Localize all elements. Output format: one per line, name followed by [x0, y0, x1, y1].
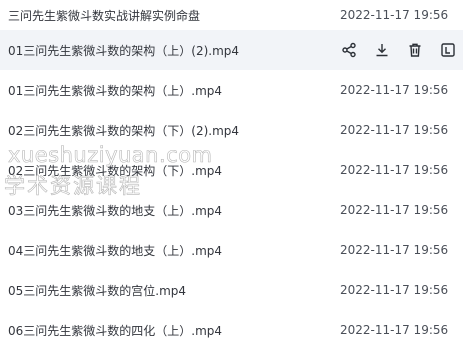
file-name[interactable]: 02三问先生紫微斗数的架构（下）(2).mp4	[8, 122, 239, 139]
rename-icon[interactable]	[437, 39, 459, 61]
trash-icon[interactable]	[404, 39, 426, 61]
file-date: 2022-11-17 19:56	[340, 163, 449, 177]
file-row[interactable]: 06三问先生紫微斗数的四化（上）.mp4 2022-11-17 19:56	[0, 310, 463, 350]
file-date: 2022-11-17 19:56	[340, 283, 449, 297]
file-name[interactable]: 01三问先生紫微斗数的架构（上）(2).mp4	[8, 42, 239, 59]
file-date: 2022-11-17 19:56	[340, 203, 449, 217]
file-name[interactable]: 02三问先生紫微斗数的架构（下）.mp4	[8, 162, 222, 179]
file-name[interactable]: 04三问先生紫微斗数的地支（上）.mp4	[8, 242, 222, 259]
file-date: 2022-11-17 19:56	[340, 83, 449, 97]
file-row[interactable]: 02三问先生紫微斗数的架构（下）.mp4 2022-11-17 19:56	[0, 150, 463, 190]
file-row[interactable]: 03三问先生紫微斗数的地支（上）.mp4 2022-11-17 19:56	[0, 190, 463, 230]
file-name[interactable]: 05三问先生紫微斗数的宫位.mp4	[8, 282, 186, 299]
file-date: 2022-11-17 19:56	[340, 243, 449, 257]
file-date: 2022-11-17 19:56	[340, 123, 449, 137]
file-row[interactable]: 05三问先生紫微斗数的宫位.mp4 2022-11-17 19:56	[0, 270, 463, 310]
file-name[interactable]: 三问先生紫微斗数实战讲解实例命盘	[8, 7, 200, 24]
file-date: 2022-11-17 19:56	[340, 8, 449, 22]
file-name[interactable]: 03三问先生紫微斗数的地支（上）.mp4	[8, 202, 222, 219]
file-name[interactable]: 06三问先生紫微斗数的四化（上）.mp4	[8, 322, 222, 339]
file-row-hovered[interactable]: 01三问先生紫微斗数的架构（上）(2).mp4	[0, 30, 463, 70]
file-list: 三问先生紫微斗数实战讲解实例命盘 2022-11-17 19:56 01三问先生…	[0, 0, 463, 350]
share-icon[interactable]	[338, 39, 360, 61]
file-row[interactable]: 三问先生紫微斗数实战讲解实例命盘 2022-11-17 19:56	[0, 0, 463, 30]
file-name[interactable]: 01三问先生紫微斗数的架构（上）.mp4	[8, 82, 222, 99]
file-date: 2022-11-17 19:56	[340, 323, 449, 337]
file-row[interactable]: 02三问先生紫微斗数的架构（下）(2).mp4 2022-11-17 19:56	[0, 110, 463, 150]
download-icon[interactable]	[371, 39, 393, 61]
file-row[interactable]: 04三问先生紫微斗数的地支（上）.mp4 2022-11-17 19:56	[0, 230, 463, 270]
file-row[interactable]: 01三问先生紫微斗数的架构（上）.mp4 2022-11-17 19:56	[0, 70, 463, 110]
row-actions	[338, 30, 463, 70]
